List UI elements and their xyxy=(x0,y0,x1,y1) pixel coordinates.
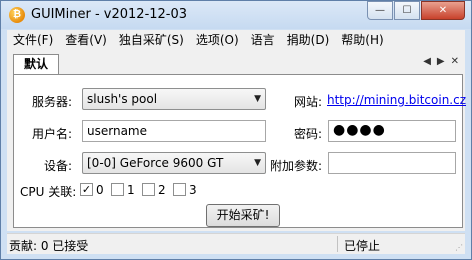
device-value: [0-0] GeForce 9600 GT xyxy=(87,156,224,170)
tab-default[interactable]: 默认 xyxy=(13,54,59,74)
start-mining-button[interactable]: 开始采矿! xyxy=(206,204,280,227)
menu-view[interactable]: 查看(V) xyxy=(59,30,113,50)
cpu-2-label: 2 xyxy=(158,183,166,197)
dropdown-arrow-icon: ▼ xyxy=(254,94,261,104)
shares-status: 贡献: 0 已接受 xyxy=(9,239,89,253)
server-select[interactable]: slush's pool ▼ xyxy=(82,88,266,110)
status-divider xyxy=(337,236,338,252)
minimize-button[interactable]: — xyxy=(367,1,393,20)
cpu-2-checkbox[interactable] xyxy=(142,183,155,196)
username-label: 用户名: xyxy=(32,127,73,141)
mining-state: 已停止 xyxy=(344,239,381,253)
extra-args-label: 附加参数: xyxy=(270,159,323,173)
menu-solo-mining[interactable]: 独自采矿(S) xyxy=(113,30,190,50)
tab-prev-icon[interactable]: ◀ xyxy=(423,56,431,67)
main-window: ₿ GUIMiner - v2012-12-03 — ☐ ✕ 文件(F) 查看(… xyxy=(0,0,472,260)
cpu-3-checkbox[interactable] xyxy=(173,183,186,196)
close-button[interactable]: ✕ xyxy=(421,1,465,20)
menu-help[interactable]: 帮助(H) xyxy=(335,30,389,50)
password-field[interactable]: ●●●● xyxy=(328,120,456,142)
tab-nav: ◀ ▶ ✕ xyxy=(423,56,459,67)
tab-close-icon[interactable]: ✕ xyxy=(451,56,459,67)
password-label: 密码: xyxy=(294,127,323,141)
server-label: 服务器: xyxy=(32,95,73,109)
cpu-3-label: 3 xyxy=(189,183,197,197)
menu-options[interactable]: 选项(O) xyxy=(190,30,245,50)
username-field[interactable]: username xyxy=(82,120,266,142)
menu-donate[interactable]: 捐助(D) xyxy=(281,30,336,50)
miner-panel: 服务器: slush's pool ▼ 网站: http://mining.bi… xyxy=(13,74,466,228)
window-title: GUIMiner - v2012-12-03 xyxy=(31,7,188,22)
server-value: slush's pool xyxy=(87,92,158,106)
menu-file[interactable]: 文件(F) xyxy=(7,30,59,50)
website-link[interactable]: http://mining.bitcoin.cz xyxy=(327,93,466,107)
status-bar: 贡献: 0 已接受 已停止 ⋰ xyxy=(7,233,465,254)
extra-args-field[interactable] xyxy=(328,152,456,174)
cpu-1-label: 1 xyxy=(127,183,135,197)
resize-grip-icon[interactable]: ⋰ xyxy=(455,243,463,252)
menu-language[interactable]: 语言 xyxy=(245,30,281,50)
check-icon: ✓ xyxy=(81,183,92,196)
title-bar: ₿ GUIMiner - v2012-12-03 — ☐ ✕ xyxy=(1,1,471,29)
device-select[interactable]: [0-0] GeForce 9600 GT ▼ xyxy=(82,152,266,174)
tab-next-icon[interactable]: ▶ xyxy=(437,56,445,67)
maximize-button[interactable]: ☐ xyxy=(394,1,420,20)
cpu-1-checkbox[interactable] xyxy=(111,183,124,196)
website-label: 网站: xyxy=(294,95,323,109)
cpu-0-label: 0 xyxy=(96,183,104,197)
device-label: 设备: xyxy=(44,159,73,173)
bitcoin-icon: ₿ xyxy=(9,7,25,23)
cpu-affinity-label: CPU 关联: xyxy=(20,185,77,199)
menu-bar: 文件(F) 查看(V) 独自采矿(S) 选项(O) 语言 捐助(D) 帮助(H) xyxy=(7,30,465,50)
miner-notebook: 默认 ◀ ▶ ✕ 服务器: slush's pool ▼ 网站: http://… xyxy=(7,50,466,231)
dropdown-arrow-icon: ▼ xyxy=(254,158,261,168)
cpu-0-checkbox[interactable]: ✓ xyxy=(80,183,93,196)
